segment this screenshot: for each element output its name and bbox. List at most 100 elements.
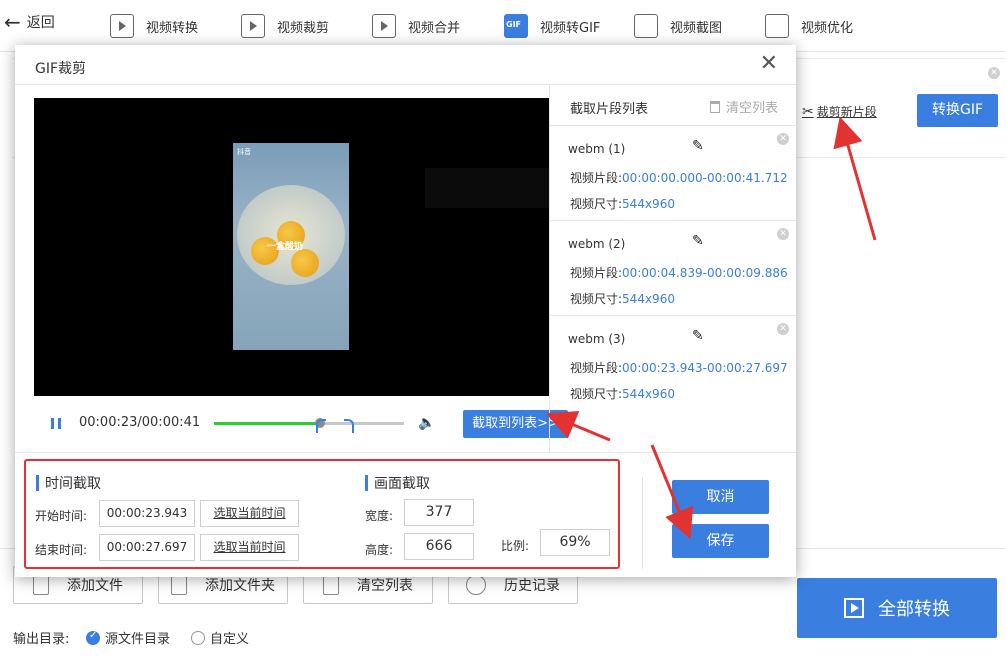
- pause-icon[interactable]: [51, 418, 61, 429]
- cancel-button[interactable]: 取消: [672, 480, 769, 514]
- cut-new-segment-link[interactable]: ✂ 裁剪新片段: [802, 103, 877, 120]
- nav-label: 视频优化: [801, 20, 854, 36]
- segment-list: 截取片段列表 清空列表 webm (1) ✎ ✕ 视频片段:00:00:00.0…: [549, 85, 797, 452]
- segment-item[interactable]: webm (2) ✎ ✕ 视频片段:00:00:04.839-00:00:09.…: [550, 220, 797, 315]
- segment-range: 00:00:00.000-00:00:41.712: [622, 171, 788, 185]
- watermark: 抖音: [237, 148, 251, 156]
- segment-item[interactable]: webm (3) ✎ ✕ 视频片段:00:00:23.943-00:00:27.…: [550, 315, 797, 410]
- start-time-label: 开始时间:: [35, 509, 88, 523]
- output-dir-label: 输出目录:: [13, 632, 70, 647]
- radio-label: 自定义: [210, 632, 250, 647]
- add-file-label: 添加文件: [67, 578, 123, 594]
- radio-unchecked-icon: [191, 630, 205, 645]
- ratio-label: 比例:: [501, 539, 530, 553]
- segment-range: 00:00:23.943-00:00:27.697: [622, 361, 788, 375]
- clear-segments-button[interactable]: 清空列表: [710, 97, 778, 116]
- segment-item[interactable]: webm (1) ✎ ✕ 视频片段:00:00:00.000-00:00:41.…: [550, 125, 797, 220]
- segment-size-line: 视频尺寸:544x960: [570, 385, 675, 402]
- radio-label: 源文件目录: [105, 632, 171, 647]
- save-button[interactable]: 保存: [672, 524, 769, 558]
- end-time-field[interactable]: 00:00:27.697: [99, 534, 195, 561]
- video-crop-icon: [241, 14, 265, 38]
- edit-pencil-icon[interactable]: ✎: [692, 328, 704, 344]
- height-label: 高度:: [365, 543, 394, 557]
- segment-range-line: 视频片段:00:00:00.000-00:00:41.712: [570, 169, 788, 186]
- segment-range: 00:00:04.839-00:00:09.886: [622, 266, 788, 280]
- dialog-title: GIF裁剪: [35, 61, 87, 77]
- segment-range-label: 视频片段:: [570, 171, 623, 185]
- egg-yolk: [291, 249, 319, 277]
- start-time-field[interactable]: 00:00:23.943: [99, 500, 195, 527]
- player-controls: 00:00:23/00:00:41 🔈 截取到列表>>: [34, 409, 568, 439]
- segment-size-line: 视频尺寸:544x960: [570, 195, 675, 212]
- segment-list-title: 截取片段列表: [570, 102, 649, 117]
- ratio-field[interactable]: 69%: [540, 529, 610, 556]
- frame-crop-title: 画面截取: [365, 473, 430, 493]
- range-start-handle[interactable]: [316, 419, 326, 433]
- back-button[interactable]: ← 返回: [4, 12, 55, 32]
- section-marker: [36, 475, 39, 491]
- trash-icon: [710, 100, 720, 113]
- close-icon[interactable]: ✕: [760, 53, 778, 75]
- segment-size-label: 视频尺寸:: [570, 387, 623, 401]
- add-folder-icon: [171, 575, 187, 595]
- scissors-icon: ✂: [802, 103, 814, 120]
- nav-video-convert[interactable]: 视频转换: [110, 12, 198, 40]
- remove-segment-icon[interactable]: ✕: [777, 228, 789, 240]
- height-field[interactable]: 666: [404, 533, 474, 560]
- nav-video-to-gif[interactable]: 视频转GIF: [504, 12, 600, 40]
- gif-icon: [504, 14, 528, 38]
- progress-slider[interactable]: [214, 422, 404, 425]
- playback-time: 00:00:23/00:00:41: [79, 415, 201, 430]
- segment-name: webm (2): [568, 237, 626, 251]
- radio-checked-icon: [86, 630, 100, 645]
- output-source-dir-radio[interactable]: 源文件目录: [86, 628, 170, 647]
- clear-list-label: 清空列表: [357, 578, 413, 594]
- remove-segment-icon[interactable]: ✕: [777, 323, 789, 335]
- video-preview[interactable]: 抖音 一盒酸奶: [34, 98, 549, 396]
- pick-current-end-button[interactable]: 选取当前时间: [200, 534, 299, 561]
- segment-size-label: 视频尺寸:: [570, 197, 623, 211]
- segment-size: 544x960: [622, 387, 675, 401]
- nav-video-merge[interactable]: 视频合并: [372, 12, 460, 40]
- convert-all-button[interactable]: 全部转换: [797, 578, 997, 638]
- nav-video-screenshot[interactable]: 视频截图: [634, 12, 722, 40]
- clear-list-icon: [323, 575, 339, 595]
- history-label: 历史记录: [504, 578, 560, 594]
- video-merge-icon: [372, 14, 396, 38]
- end-time-label: 结束时间:: [35, 543, 88, 557]
- add-folder-label: 添加文件夹: [205, 578, 275, 594]
- back-label: 返回: [26, 15, 55, 31]
- screenshot-icon: [634, 14, 658, 38]
- edit-pencil-icon[interactable]: ✎: [692, 138, 704, 154]
- width-field[interactable]: 377: [404, 499, 474, 526]
- width-label: 宽度:: [365, 509, 394, 523]
- convert-gif-button[interactable]: 转换GIF: [917, 94, 998, 127]
- progress-fill: [214, 422, 321, 425]
- nav-label: 视频截图: [670, 20, 723, 36]
- segment-range-label: 视频片段:: [570, 266, 623, 280]
- convert-all-label: 全部转换: [878, 599, 950, 620]
- range-end-handle[interactable]: [344, 419, 354, 433]
- edit-pencil-icon[interactable]: ✎: [692, 233, 704, 249]
- remove-file-icon[interactable]: ✕: [988, 67, 1000, 79]
- output-custom-radio[interactable]: 自定义: [191, 628, 249, 647]
- back-arrow-icon: ←: [4, 10, 21, 34]
- volume-icon[interactable]: 🔈: [418, 415, 435, 431]
- segment-size-label: 视频尺寸:: [570, 292, 623, 306]
- remove-segment-icon[interactable]: ✕: [777, 133, 789, 145]
- cut-new-segment-label: 裁剪新片段: [816, 105, 877, 119]
- nav-video-crop[interactable]: 视频裁剪: [241, 12, 329, 40]
- add-file-icon: [33, 575, 49, 595]
- time-crop-title: 时间截取: [36, 473, 101, 493]
- pick-current-start-button[interactable]: 选取当前时间: [200, 500, 299, 527]
- segment-range-line: 视频片段:00:00:23.943-00:00:27.697: [570, 359, 788, 376]
- divider: [642, 477, 643, 569]
- nav-video-optimize[interactable]: 视频优化: [765, 12, 853, 40]
- segment-name: webm (3): [568, 332, 626, 346]
- video-caption: 一盒酸奶: [267, 242, 304, 252]
- segment-name: webm (1): [568, 142, 626, 156]
- nav-label: 视频转换: [146, 20, 199, 36]
- time-crop-label: 时间截取: [45, 476, 101, 492]
- video-frame: 抖音 一盒酸奶: [233, 143, 349, 350]
